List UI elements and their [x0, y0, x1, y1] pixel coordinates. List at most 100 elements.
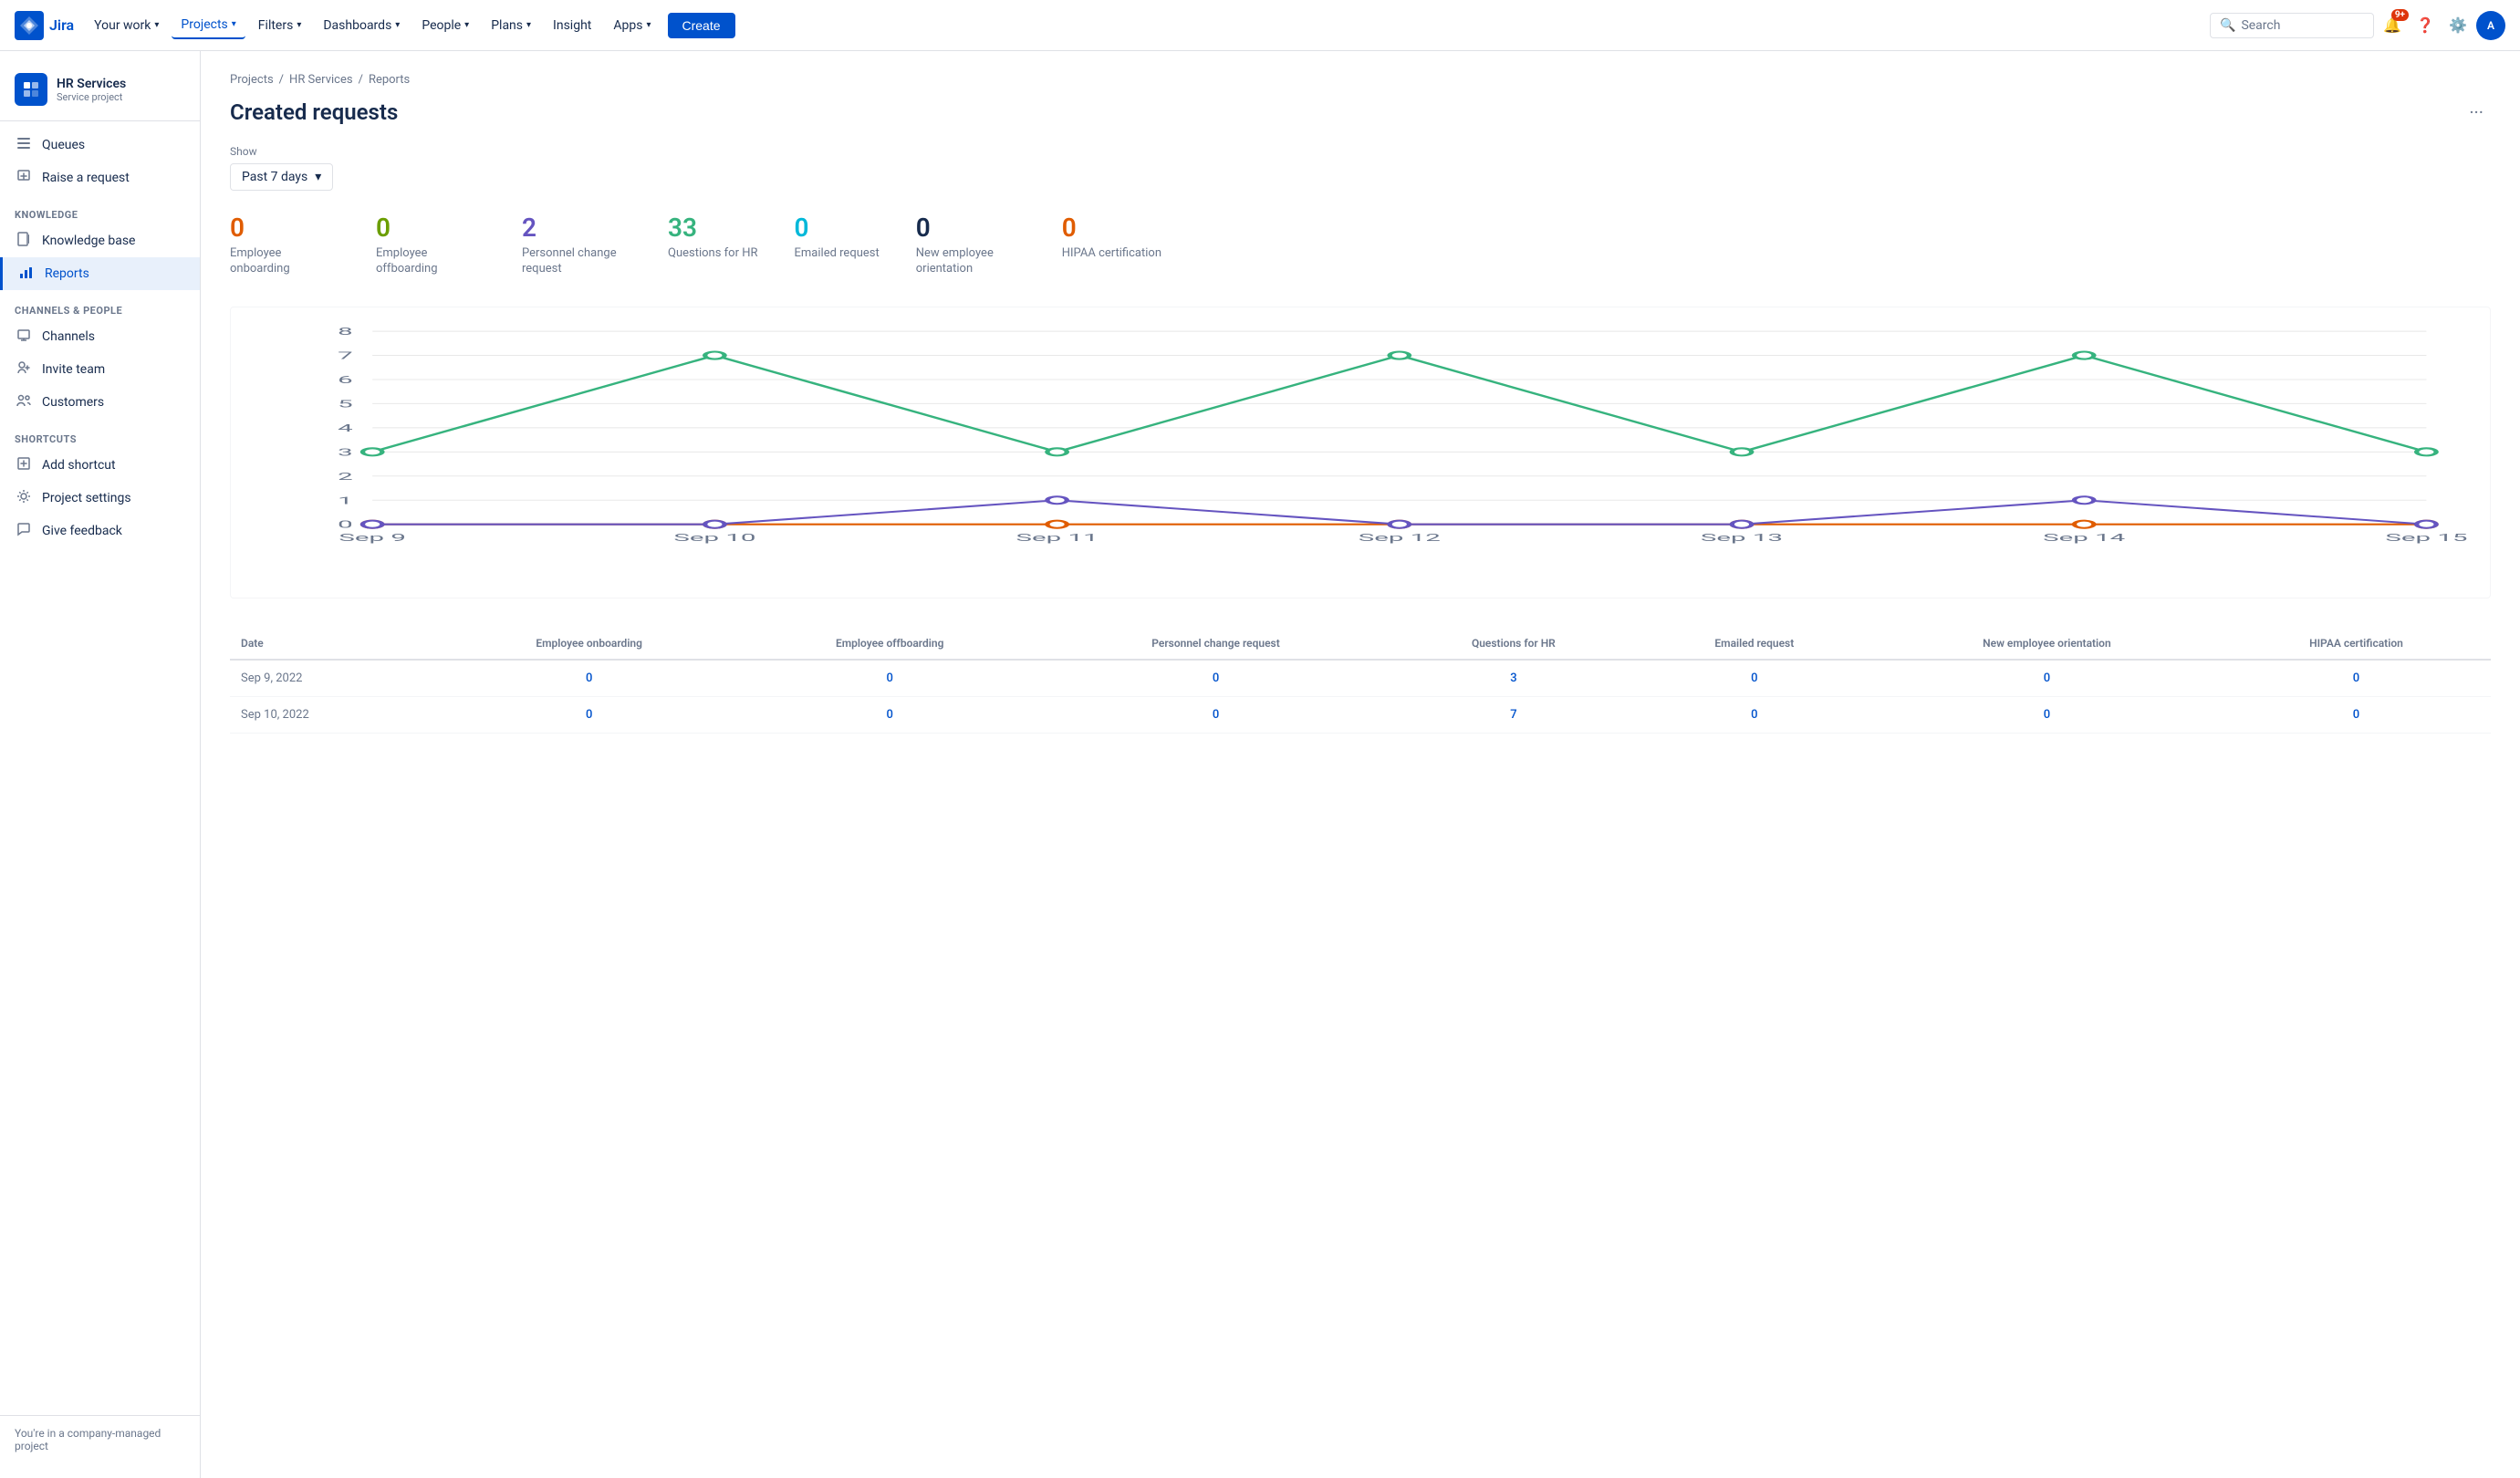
metric-value: 33	[668, 213, 758, 243]
metric-label: HIPAA certification	[1062, 246, 1161, 262]
sidebar-item-invite-team[interactable]: Invite team	[0, 353, 200, 386]
breadcrumb: Projects / HR Services / Reports	[230, 73, 2491, 87]
nav-right-section: 🔍 Search 🔔 9+ ❓ ⚙️ A	[2210, 11, 2505, 40]
svg-text:5: 5	[338, 398, 353, 410]
sidebar-item-label: Queues	[42, 138, 85, 152]
sidebar: HR Services Service project Queues Raise…	[0, 51, 201, 1478]
table-header-3: Personnel change request	[1041, 628, 1390, 660]
search-icon: 🔍	[2220, 18, 2235, 33]
sidebar-item-customers[interactable]: Customers	[0, 386, 200, 419]
table-header-7: HIPAA certification	[2222, 628, 2491, 660]
metric-label: New employee orientation	[916, 246, 1026, 277]
raise-request-icon	[15, 169, 33, 187]
sidebar-item-give-feedback[interactable]: Give feedback	[0, 515, 200, 547]
metric-label: Employee offboarding	[376, 246, 485, 277]
more-options-button[interactable]: ···	[2462, 98, 2491, 127]
sidebar-item-add-shortcut[interactable]: Add shortcut	[0, 449, 200, 482]
table-cell-value: 0	[2222, 660, 2491, 697]
nav-projects[interactable]: Projects ▾	[172, 12, 245, 39]
sidebar-item-project-settings[interactable]: Project settings	[0, 482, 200, 515]
table-cell-value: 0	[1041, 660, 1390, 697]
metric-label: Personnel change request	[522, 246, 631, 277]
svg-text:Sep 15: Sep 15	[2385, 532, 2467, 544]
nav-people[interactable]: People ▾	[412, 13, 478, 38]
project-name: HR Services	[57, 77, 126, 91]
search-bar[interactable]: 🔍 Search	[2210, 13, 2374, 38]
table-cell-value: 0	[2222, 696, 2491, 733]
metric-item-1: 0 Employee offboarding	[376, 213, 485, 277]
sidebar-item-label: Add shortcut	[42, 458, 116, 473]
svg-text:0: 0	[338, 519, 353, 531]
notification-badge: 9+	[2391, 9, 2409, 21]
sidebar-item-label: Channels	[42, 329, 95, 344]
nav-insight[interactable]: Insight	[544, 13, 600, 38]
table-cell-value: 0	[738, 696, 1041, 733]
sidebar-section-knowledge: KNOWLEDGE	[0, 194, 200, 224]
jira-logo-icon	[15, 11, 44, 40]
sidebar-section-channels: CHANNELS & PEOPLE	[0, 290, 200, 320]
table-cell-value: 0	[440, 696, 738, 733]
chevron-down-icon: ▾	[526, 20, 531, 30]
help-button[interactable]: ❓	[2411, 11, 2440, 40]
sidebar-item-raise-request[interactable]: Raise a request	[0, 161, 200, 194]
breadcrumb-projects[interactable]: Projects	[230, 73, 274, 87]
notifications-button[interactable]: 🔔 9+	[2378, 11, 2407, 40]
metric-label: Employee onboarding	[230, 246, 339, 277]
project-icon	[15, 73, 47, 106]
metric-label: Questions for HR	[668, 246, 758, 262]
sidebar-item-channels[interactable]: Channels	[0, 320, 200, 353]
svg-text:4: 4	[338, 422, 353, 434]
sidebar-item-knowledge-base[interactable]: Knowledge base	[0, 224, 200, 257]
table-header-1: Employee onboarding	[440, 628, 738, 660]
sidebar-item-label: Invite team	[42, 362, 105, 377]
user-avatar[interactable]: A	[2476, 11, 2505, 40]
reports-icon	[17, 265, 36, 283]
table-header-0: Date	[230, 628, 440, 660]
table-cell-value: 0	[1872, 660, 2222, 697]
line-chart: 012345678Sep 9Sep 10Sep 11Sep 12Sep 13Se…	[275, 322, 2475, 561]
nav-plans[interactable]: Plans ▾	[482, 13, 540, 38]
nav-your-work[interactable]: Your work ▾	[85, 13, 168, 38]
svg-text:6: 6	[338, 374, 353, 386]
invite-team-icon	[15, 360, 33, 379]
sidebar-item-label: Give feedback	[42, 524, 122, 538]
metric-value: 0	[230, 213, 339, 243]
nav-dashboards[interactable]: Dashboards ▾	[314, 13, 409, 38]
chevron-down-icon: ▾	[464, 20, 469, 30]
chevron-down-icon: ▾	[646, 20, 651, 30]
chevron-down-icon: ▾	[154, 20, 159, 30]
app-layout: HR Services Service project Queues Raise…	[0, 51, 2520, 1478]
table-cell-value: 0	[738, 660, 1041, 697]
svg-text:7: 7	[338, 349, 353, 361]
table-cell-value: 0	[1041, 696, 1390, 733]
top-navigation: Jira Your work ▾ Projects ▾ Filters ▾ Da…	[0, 0, 2520, 51]
nav-apps[interactable]: Apps ▾	[604, 13, 660, 38]
table-cell-value: 7	[1390, 696, 1637, 733]
sidebar-item-queues[interactable]: Queues	[0, 129, 200, 161]
settings-button[interactable]: ⚙️	[2443, 11, 2473, 40]
svg-text:Sep 12: Sep 12	[1359, 532, 1441, 544]
queues-icon	[15, 136, 33, 154]
table-cell-value: 0	[440, 660, 738, 697]
create-button[interactable]: Create	[668, 13, 735, 38]
svg-text:Sep 13: Sep 13	[1701, 532, 1783, 544]
svg-text:Sep 14: Sep 14	[2043, 532, 2126, 544]
jira-logo[interactable]: Jira	[15, 11, 74, 40]
sidebar-item-label: Reports	[45, 266, 89, 281]
nav-filters[interactable]: Filters ▾	[249, 13, 311, 38]
channels-icon	[15, 328, 33, 346]
show-filter-section: Show Past 7 days ▾	[230, 145, 2491, 191]
sidebar-item-label: Raise a request	[42, 171, 130, 185]
svg-text:Sep 9: Sep 9	[338, 532, 406, 544]
chevron-down-icon: ▾	[395, 20, 400, 30]
svg-text:3: 3	[338, 446, 353, 458]
breadcrumb-hr-services[interactable]: HR Services	[289, 73, 353, 87]
svg-text:2: 2	[338, 471, 353, 483]
sidebar-project-header: HR Services Service project	[0, 66, 200, 121]
sidebar-item-reports[interactable]: Reports	[0, 257, 200, 290]
project-type: Service project	[57, 91, 126, 103]
table-cell-date: Sep 10, 2022	[230, 696, 440, 733]
chevron-down-icon: ▾	[297, 20, 301, 30]
sidebar-footer: You're in a company-managed project	[0, 1415, 200, 1463]
show-dropdown[interactable]: Past 7 days ▾	[230, 163, 333, 191]
